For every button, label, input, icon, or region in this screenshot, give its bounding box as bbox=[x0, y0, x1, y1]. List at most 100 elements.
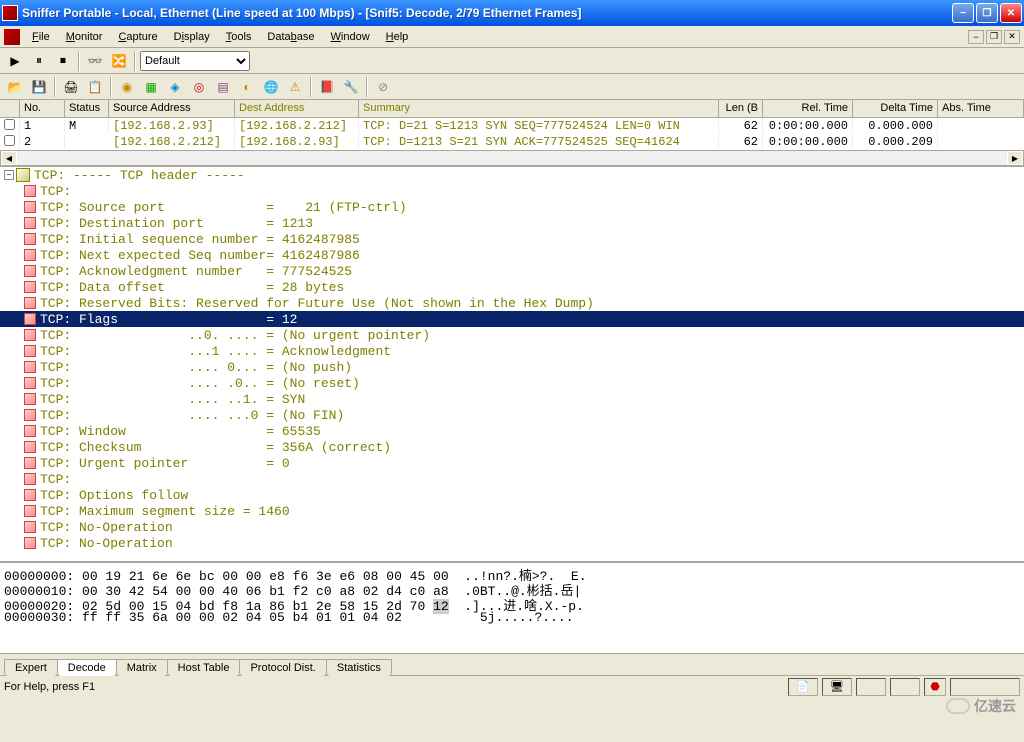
decode-line[interactable]: TCP: Options follow bbox=[0, 487, 1024, 503]
statusbar: For Help, press F1 📄 🖥 ⬣ bbox=[0, 675, 1024, 697]
menu-monitor[interactable]: Monitor bbox=[62, 29, 107, 45]
decode-line[interactable]: TCP: Urgent pointer = 0 bbox=[0, 455, 1024, 471]
scroll-right-icon[interactable]: ▶ bbox=[1007, 151, 1023, 165]
hex-pane[interactable]: 00000000: 00 19 21 6e 6e bc 00 00 e8 f6 … bbox=[0, 561, 1024, 653]
host-table-icon[interactable]: ▦ bbox=[140, 76, 162, 98]
decode-line[interactable]: TCP: No-Operation bbox=[0, 535, 1024, 551]
decode-header-row[interactable]: − TCP: ----- TCP header ----- bbox=[0, 167, 1024, 183]
decode-line[interactable]: TCP: Source port = 21 (FTP-ctrl) bbox=[0, 199, 1024, 215]
alarm-icon[interactable]: ⚠ bbox=[284, 76, 306, 98]
app-response-icon[interactable]: ◎ bbox=[188, 76, 210, 98]
global-icon[interactable]: 🌐 bbox=[260, 76, 282, 98]
play-button[interactable]: ▶ bbox=[4, 50, 26, 72]
status-message: For Help, press F1 bbox=[4, 681, 784, 693]
decode-line[interactable]: TCP: ..0. .... = (No urgent pointer) bbox=[0, 327, 1024, 343]
decode-line[interactable]: TCP: Window = 65535 bbox=[0, 423, 1024, 439]
open-icon[interactable]: 📂 bbox=[4, 76, 26, 98]
row-checkbox[interactable] bbox=[4, 135, 15, 146]
define-filter-icon[interactable]: 🔀 bbox=[108, 50, 130, 72]
tab-hosttable[interactable]: Host Table bbox=[167, 659, 241, 676]
decode-line[interactable]: TCP: Reserved Bits: Reserved for Future … bbox=[0, 295, 1024, 311]
field-icon bbox=[24, 185, 36, 197]
hex-line[interactable]: 00000030: ff ff 35 6a 00 00 02 04 05 b4 … bbox=[4, 610, 1020, 625]
hex-line[interactable]: 00000000: 00 19 21 6e 6e bc 00 00 e8 f6 … bbox=[4, 565, 1020, 580]
maximize-button[interactable]: ❐ bbox=[976, 3, 998, 23]
menu-window[interactable]: Window bbox=[327, 29, 374, 45]
field-icon bbox=[24, 377, 36, 389]
toolbar-capture: ▶ ⏸ ⏹ 👓 🔀 Default bbox=[0, 48, 1024, 74]
col-reltime[interactable]: Rel. Time bbox=[763, 100, 853, 117]
table-row[interactable]: 1M[192.168.2.93][192.168.2.212]TCP: D=21… bbox=[0, 118, 1024, 134]
field-icon bbox=[24, 329, 36, 341]
grid-scrollbar[interactable]: ◀ ▶ bbox=[0, 150, 1024, 166]
save-icon[interactable]: 💾 bbox=[28, 76, 50, 98]
protocol-icon[interactable]: ◐ bbox=[236, 76, 258, 98]
print-icon[interactable]: 🖨 bbox=[60, 76, 82, 98]
field-icon bbox=[24, 489, 36, 501]
tab-matrix[interactable]: Matrix bbox=[116, 659, 168, 676]
menu-file[interactable]: File bbox=[28, 29, 54, 45]
decode-line[interactable]: TCP: Checksum = 356A (correct) bbox=[0, 439, 1024, 455]
decode-line[interactable]: TCP: No-Operation bbox=[0, 519, 1024, 535]
close-button[interactable]: ✕ bbox=[1000, 3, 1022, 23]
copy-icon[interactable]: 📋 bbox=[84, 76, 106, 98]
menu-tools[interactable]: Tools bbox=[222, 29, 256, 45]
pause-button[interactable]: ⏸ bbox=[28, 50, 50, 72]
menu-database[interactable]: Database bbox=[263, 29, 318, 45]
mdi-close[interactable]: ✕ bbox=[1004, 30, 1020, 44]
cancel-icon[interactable]: ⊘ bbox=[372, 76, 394, 98]
dashboard-icon[interactable]: ◉ bbox=[116, 76, 138, 98]
menu-capture[interactable]: Capture bbox=[114, 29, 161, 45]
tab-expert[interactable]: Expert bbox=[4, 659, 58, 676]
minimize-button[interactable]: − bbox=[952, 3, 974, 23]
col-status[interactable]: Status bbox=[65, 100, 109, 117]
table-row[interactable]: 2[192.168.2.212][192.168.2.93]TCP: D=121… bbox=[0, 134, 1024, 150]
menu-help[interactable]: Help bbox=[382, 29, 413, 45]
col-source[interactable]: Source Address bbox=[109, 100, 235, 117]
tab-protocoldist[interactable]: Protocol Dist. bbox=[239, 659, 326, 676]
binoculars-icon[interactable]: 👓 bbox=[84, 50, 106, 72]
field-icon bbox=[24, 313, 36, 325]
decode-line[interactable]: TCP: Flags = 12 bbox=[0, 311, 1024, 327]
decode-line[interactable]: TCP: Initial sequence number = 416248798… bbox=[0, 231, 1024, 247]
filter-combo[interactable]: Default bbox=[140, 51, 250, 71]
hex-line[interactable]: 00000020: 02 5d 00 15 04 bd f8 1a 86 b1 … bbox=[4, 595, 1020, 610]
col-len[interactable]: Len (B bbox=[719, 100, 763, 117]
decode-pane[interactable]: − TCP: ----- TCP header ----- TCP:TCP: S… bbox=[0, 166, 1024, 561]
decode-line[interactable]: TCP: Maximum segment size = 1460 bbox=[0, 503, 1024, 519]
smart-icon[interactable]: 🔧 bbox=[340, 76, 362, 98]
field-icon bbox=[24, 201, 36, 213]
tab-decode[interactable]: Decode bbox=[57, 659, 117, 676]
col-no[interactable]: No. bbox=[20, 100, 65, 117]
scroll-left-icon[interactable]: ◀ bbox=[1, 151, 17, 165]
decode-line[interactable]: TCP: .... .0.. = (No reset) bbox=[0, 375, 1024, 391]
field-icon bbox=[24, 409, 36, 421]
row-checkbox[interactable] bbox=[4, 119, 15, 130]
decode-line[interactable]: TCP: bbox=[0, 471, 1024, 487]
col-deltatime[interactable]: Delta Time bbox=[853, 100, 938, 117]
col-dest[interactable]: Dest Address bbox=[235, 100, 359, 117]
history-icon[interactable]: ▤ bbox=[212, 76, 234, 98]
decode-line[interactable]: TCP: Next expected Seq number= 416248798… bbox=[0, 247, 1024, 263]
collapse-icon[interactable]: − bbox=[4, 170, 14, 180]
col-check[interactable] bbox=[0, 100, 20, 117]
mdi-restore[interactable]: ❐ bbox=[986, 30, 1002, 44]
decode-line[interactable]: TCP: ...1 .... = Acknowledgment bbox=[0, 343, 1024, 359]
stop-button[interactable]: ⏹ bbox=[52, 50, 74, 72]
hex-line[interactable]: 00000010: 00 30 42 54 00 00 40 06 b1 f2 … bbox=[4, 580, 1020, 595]
tab-statistics[interactable]: Statistics bbox=[326, 659, 392, 676]
decode-line[interactable]: TCP: .... ..1. = SYN bbox=[0, 391, 1024, 407]
mdi-minimize[interactable]: − bbox=[968, 30, 984, 44]
decode-line[interactable]: TCP: bbox=[0, 183, 1024, 199]
address-book-icon[interactable]: 📕 bbox=[316, 76, 338, 98]
decode-line[interactable]: TCP: Data offset = 28 bytes bbox=[0, 279, 1024, 295]
decode-line[interactable]: TCP: Destination port = 1213 bbox=[0, 215, 1024, 231]
decode-line[interactable]: TCP: Acknowledgment number = 777524525 bbox=[0, 263, 1024, 279]
decode-line[interactable]: TCP: .... 0... = (No push) bbox=[0, 359, 1024, 375]
menu-display[interactable]: Display bbox=[170, 29, 214, 45]
matrix-icon[interactable]: ◈ bbox=[164, 76, 186, 98]
decode-line[interactable]: TCP: .... ...0 = (No FIN) bbox=[0, 407, 1024, 423]
col-abstime[interactable]: Abs. Time bbox=[938, 100, 1024, 117]
window-title: Sniffer Portable - Local, Ethernet (Line… bbox=[22, 6, 952, 20]
col-summary[interactable]: Summary bbox=[359, 100, 719, 117]
